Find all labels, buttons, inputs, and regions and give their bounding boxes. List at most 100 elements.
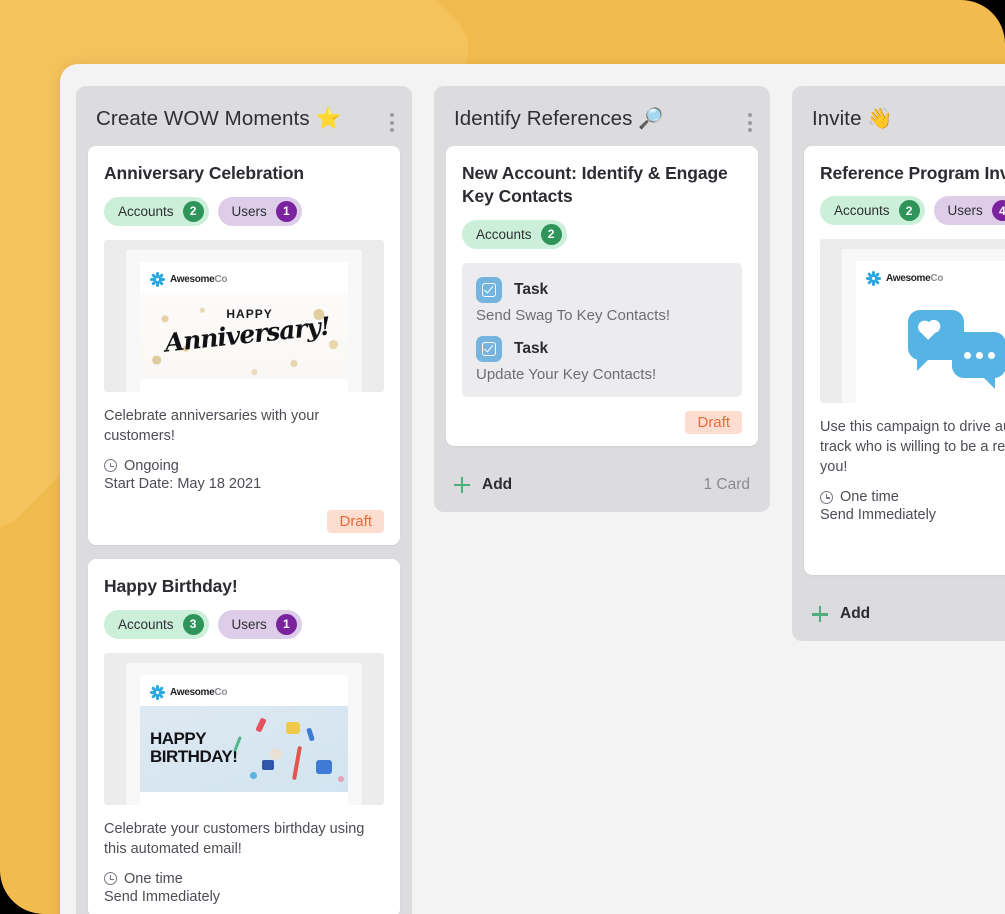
- hero-image-birthday: HAPPY BIRTHDAY!: [140, 705, 348, 792]
- column-card-list: Anniversary Celebration Accounts 2 Users…: [76, 146, 412, 914]
- badge-users[interactable]: Users 1: [217, 196, 302, 226]
- magnifier-icon: 🔎: [638, 106, 664, 130]
- badge-accounts[interactable]: Accounts 2: [820, 196, 925, 226]
- badge-count: 3: [182, 613, 204, 635]
- hero-line-1: HAPPY: [150, 728, 207, 748]
- kebab-menu-icon[interactable]: [748, 106, 752, 132]
- brand-logo: AwesomeCo: [856, 269, 1005, 292]
- card-new-account-identify-engage[interactable]: New Account: Identify & Engage Key Conta…: [446, 146, 758, 446]
- brand-name: AwesomeCo: [886, 273, 944, 285]
- badge-count: 2: [898, 200, 920, 222]
- column-title: Create WOW Moments ⭐: [96, 106, 341, 132]
- badge-count: 2: [182, 200, 204, 222]
- card-description: Celebrate your customers birthday using …: [104, 820, 365, 857]
- brand-logo: AwesomeCo: [140, 270, 348, 293]
- clock-icon: [104, 872, 117, 885]
- column-footer: Add: [792, 589, 1005, 641]
- hero-line-2: BIRTHDAY!: [150, 746, 238, 766]
- confetti-decoration: [286, 721, 300, 734]
- column-footer: Add 1 Card: [434, 460, 770, 512]
- task-item[interactable]: Task Update Your Key Contacts!: [476, 335, 728, 383]
- badge-label: Accounts: [834, 203, 890, 219]
- badge-label: Accounts: [118, 616, 174, 632]
- plus-icon: [454, 476, 470, 493]
- column-header: Invite 👋: [792, 86, 1005, 146]
- column-title: Invite 👋: [812, 106, 893, 132]
- page-frame: Create WOW Moments ⭐ Anniversary Celebra…: [0, 0, 1005, 914]
- confetti-decoration: [338, 775, 344, 782]
- badge-accounts[interactable]: Accounts 2: [462, 219, 567, 249]
- board-column-identify-references[interactable]: Identify References 🔎 New Account: Ident…: [434, 86, 770, 512]
- column-card-list: Reference Program Invite Accounts 2 User…: [792, 145, 1005, 576]
- star-icon: ⭐: [315, 106, 342, 130]
- column-header: Create WOW Moments ⭐: [76, 86, 412, 146]
- add-card-button[interactable]: Add: [454, 476, 512, 494]
- column-header: Identify References 🔎: [434, 86, 770, 146]
- badge-users[interactable]: Users 1: [217, 609, 302, 639]
- column-title-text: Invite: [812, 107, 862, 130]
- badge-label: Accounts: [118, 203, 174, 219]
- email-preview-thumbnail[interactable]: AwesomeCo: [820, 239, 1005, 404]
- badge-accounts[interactable]: Accounts 3: [104, 609, 209, 639]
- column-title: Identify References 🔎: [454, 106, 664, 132]
- badge-users[interactable]: Users 4: [933, 196, 1005, 226]
- card-schedule-detail: Send Immediately: [104, 888, 221, 905]
- card-schedule: One time: [820, 489, 1005, 505]
- email-preview-thumbnail[interactable]: AwesomeCo HAPPY BIRTHDAY!: [104, 652, 384, 805]
- hero-image-anniversary: HAPPY Anniversary!: [140, 292, 348, 379]
- card-title: Reference Program Invite: [820, 162, 1005, 183]
- badge-label: Users: [231, 616, 267, 632]
- schedule-label: One time: [124, 870, 183, 887]
- confetti-decoration: [255, 716, 267, 733]
- card-title: Anniversary Celebration: [104, 163, 304, 183]
- clock-icon: [820, 490, 833, 504]
- hero-image-chat-bubbles: [856, 292, 1005, 404]
- board-column-create-wow-moments[interactable]: Create WOW Moments ⭐ Anniversary Celebra…: [76, 86, 412, 914]
- status-badge: Draft: [685, 410, 742, 434]
- card-schedule-detail: Send Immediately: [820, 507, 937, 524]
- brand-name: AwesomeCo: [170, 686, 228, 698]
- card-description: Celebrate anniversaries with your custom…: [104, 407, 320, 444]
- card-happy-birthday[interactable]: Happy Birthday! Accounts 3 Users 1 Aweso…: [88, 558, 400, 914]
- badge-count: 4: [991, 200, 1005, 222]
- awesomeco-logo-icon: [866, 271, 881, 287]
- plus-icon: [812, 606, 828, 623]
- confetti-decoration: [316, 759, 332, 774]
- awesomeco-logo-icon: [150, 684, 165, 700]
- card-reference-program-invite[interactable]: Reference Program Invite Accounts 2 User…: [804, 145, 1005, 576]
- column-title-text: Identify References: [454, 107, 633, 130]
- add-label: Add: [840, 605, 871, 623]
- email-preview-thumbnail[interactable]: AwesomeCo HAPPY Anniversary!: [104, 239, 384, 392]
- column-card-list: New Account: Identify & Engage Key Conta…: [434, 146, 770, 446]
- badge-count: 2: [540, 223, 562, 245]
- task-item[interactable]: Task Send Swag To Key Contacts!: [476, 276, 728, 324]
- board-column-invite[interactable]: Invite 👋 Reference Program Invite Accoun…: [792, 86, 1005, 642]
- card-schedule: Ongoing: [104, 458, 384, 474]
- task-checkbox-icon: [476, 335, 502, 362]
- schedule-label: One time: [840, 489, 899, 506]
- task-type-label: Task: [514, 280, 549, 298]
- card-description: Use this campaign to drive automation an…: [820, 419, 1005, 476]
- confetti-decoration: [250, 771, 257, 779]
- card-badges: Accounts 2 Users 1: [104, 196, 384, 226]
- badge-accounts[interactable]: Accounts 2: [104, 196, 209, 226]
- task-description: Update Your Key Contacts!: [476, 365, 657, 383]
- confetti-decoration: [262, 759, 274, 770]
- add-card-button[interactable]: Add: [812, 605, 870, 623]
- kanban-board: Create WOW Moments ⭐ Anniversary Celebra…: [60, 64, 1005, 914]
- task-checkbox-icon: [476, 276, 502, 303]
- card-title: Happy Birthday!: [104, 575, 238, 596]
- task-type-label: Task: [514, 339, 549, 357]
- brand-name: AwesomeCo: [170, 273, 228, 285]
- card-schedule: One time: [104, 871, 384, 887]
- confetti-decoration: [292, 745, 302, 780]
- confetti-decoration: [270, 747, 282, 760]
- badge-label: Accounts: [476, 226, 532, 242]
- brand-logo: AwesomeCo: [140, 683, 348, 706]
- clock-icon: [104, 459, 117, 473]
- waving-hand-icon: 👋: [867, 106, 894, 130]
- card-anniversary-celebration[interactable]: Anniversary Celebration Accounts 2 Users…: [88, 146, 400, 545]
- badge-count: 1: [275, 613, 297, 635]
- kebab-menu-icon[interactable]: [390, 106, 394, 132]
- card-schedule-detail: Start Date: May 18 2021: [104, 475, 262, 492]
